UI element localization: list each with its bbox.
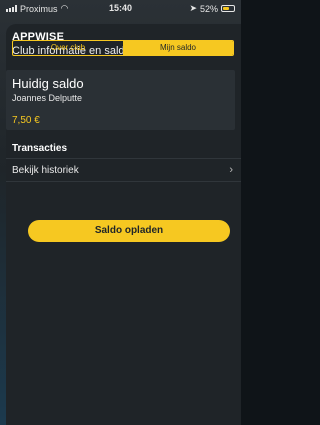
balance-amount: 7,50 € [12, 115, 40, 126]
transactions-heading: Transacties [12, 143, 68, 154]
chevron-right-icon: › [229, 164, 233, 176]
location-icon: ➤ [189, 3, 197, 13]
balance-title: Huidig saldo [12, 76, 84, 91]
segmented-control: Over club Mijn saldo [12, 40, 234, 56]
status-bar: Proximus ◠ 15:40 ➤ 52% [0, 0, 241, 18]
battery-percent: 52% [199, 3, 218, 14]
account-holder-name: Joannes Delputte [12, 93, 83, 103]
balance-card: Huidig saldo Joannes Delputte 7,50 € [6, 70, 235, 130]
battery-icon [221, 5, 235, 12]
topup-button[interactable]: Saldo opladen [28, 220, 230, 242]
status-right: ➤ 52% [189, 3, 235, 14]
tab-mijn-saldo[interactable]: Mijn saldo [123, 41, 233, 55]
tab-over-club[interactable]: Over club [13, 41, 123, 55]
view-history-label: Bekijk historiek [12, 165, 79, 176]
view-history-row[interactable]: Bekijk historiek › [6, 158, 241, 182]
